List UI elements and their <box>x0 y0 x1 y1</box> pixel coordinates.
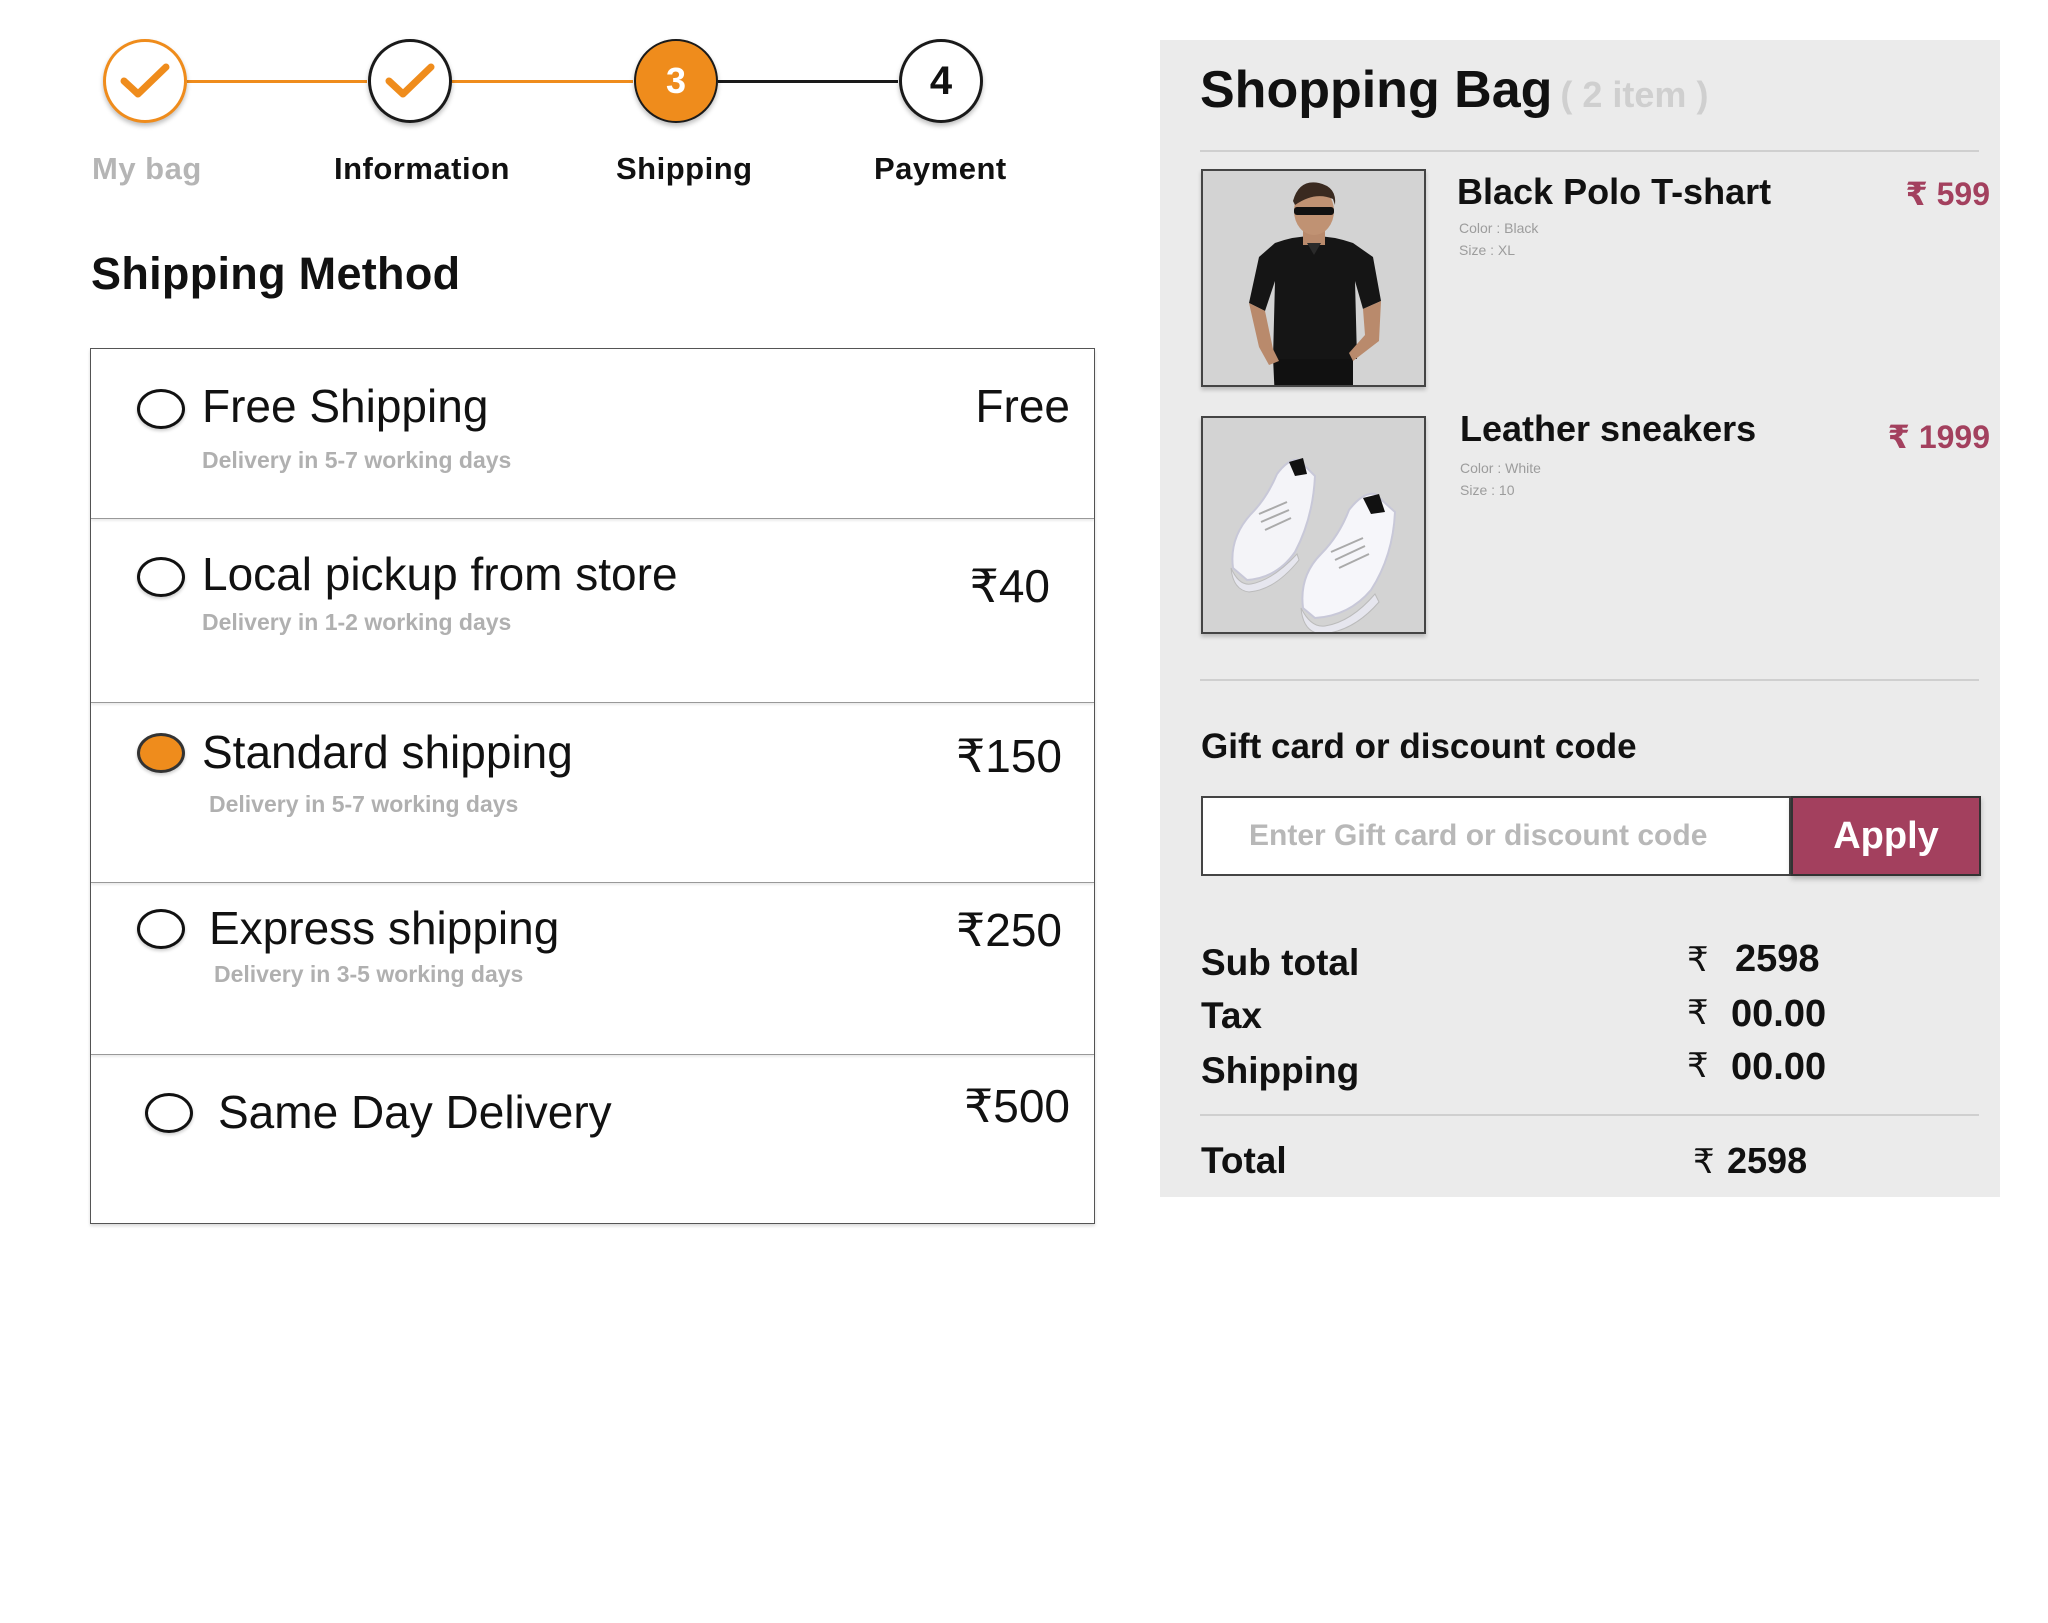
divider <box>1200 1114 1979 1116</box>
rupee-icon: ₹ <box>1687 1047 1709 1085</box>
checkmark-icon <box>385 63 435 98</box>
option-name: Free Shipping <box>202 380 489 432</box>
shopping-bag-panel: Shopping Bag( 2 item ) Black Polo T-shar… <box>1160 40 2000 1197</box>
tax-value: 00.00 <box>1731 993 1827 1035</box>
checkmark-icon <box>120 63 170 98</box>
sneakers-image <box>1203 418 1424 632</box>
product-size: Size : XL <box>1459 242 1516 258</box>
product-image-sneakers[interactable] <box>1201 416 1426 634</box>
rupee-icon: ₹ <box>1693 1143 1715 1181</box>
step-payment-circle[interactable]: 4 <box>899 39 983 123</box>
radio-button[interactable] <box>145 1093 193 1133</box>
shipping-option-standard[interactable]: Standard shipping Delivery in 5-7 workin… <box>91 703 1094 883</box>
bag-item-count: ( 2 item ) <box>1560 74 1709 115</box>
product-color: Color : White <box>1460 460 1541 476</box>
shipping-method-title: Shipping Method <box>91 248 461 299</box>
product-price: ₹ 1999 <box>1887 419 1990 455</box>
step-shipping-circle[interactable]: 3 <box>634 39 718 123</box>
rupee-icon: ₹ <box>1687 941 1709 979</box>
shipping-option-express[interactable]: Express shipping Delivery in 3-5 working… <box>91 883 1094 1055</box>
bag-title: Shopping Bag( 2 item ) <box>1200 60 1708 120</box>
step-label-shipping[interactable]: Shipping <box>616 151 753 187</box>
option-price: ₹150 <box>955 730 1062 782</box>
option-delivery-time: Delivery in 5-7 working days <box>209 791 519 817</box>
option-delivery-time: Delivery in 1-2 working days <box>202 609 512 635</box>
total-value: 2598 <box>1727 1140 1808 1181</box>
radio-button[interactable] <box>137 909 185 949</box>
shipping-option-local-pickup[interactable]: Local pickup from store Delivery in 1-2 … <box>91 519 1094 703</box>
option-name: Local pickup from store <box>202 548 678 600</box>
subtotal-value: 2598 <box>1735 938 1820 980</box>
product-size: Size : 10 <box>1460 482 1515 498</box>
option-price: ₹40 <box>969 560 1050 612</box>
product-name[interactable]: Black Polo T-shart <box>1457 171 1771 213</box>
radio-button-selected[interactable] <box>137 733 185 773</box>
tax-label: Tax <box>1201 995 1263 1036</box>
option-price: ₹500 <box>963 1080 1070 1132</box>
radio-button[interactable] <box>137 389 185 429</box>
product-name[interactable]: Leather sneakers <box>1460 408 1756 450</box>
step-label-mybag[interactable]: My bag <box>92 151 202 187</box>
shipping-option-same-day[interactable]: Same Day Delivery ₹500 <box>91 1055 1094 1225</box>
option-price: Free <box>975 380 1070 432</box>
option-delivery-time: Delivery in 3-5 working days <box>214 961 524 987</box>
bag-title-text: Shopping Bag <box>1200 61 1553 119</box>
shipping-label: Shipping <box>1201 1050 1360 1091</box>
step-information-circle[interactable] <box>368 39 452 123</box>
step-mybag-circle[interactable] <box>103 39 187 123</box>
option-name: Same Day Delivery <box>218 1086 612 1138</box>
divider <box>1200 150 1979 152</box>
step-connector <box>452 80 633 83</box>
option-name: Express shipping <box>209 902 560 954</box>
shipping-option-free[interactable]: Free Shipping Delivery in 5-7 working da… <box>91 349 1094 519</box>
gift-card-input[interactable] <box>1201 796 1791 876</box>
product-image-polo[interactable] <box>1201 169 1426 387</box>
step-label-payment[interactable]: Payment <box>874 151 1007 187</box>
subtotal-label: Sub total <box>1201 942 1360 983</box>
shipping-options-list: Free Shipping Delivery in 5-7 working da… <box>90 348 1095 1224</box>
polo-shirt-image <box>1203 171 1424 385</box>
product-price: ₹ 599 <box>1905 176 1990 212</box>
total-label: Total <box>1201 1140 1287 1181</box>
shipping-value: 00.00 <box>1731 1046 1827 1088</box>
divider <box>1200 679 1979 681</box>
product-color: Color : Black <box>1459 220 1539 236</box>
option-delivery-time: Delivery in 5-7 working days <box>202 447 512 473</box>
gift-card-label: Gift card or discount code <box>1201 727 1637 766</box>
step-connector <box>718 80 898 83</box>
option-price: ₹250 <box>955 904 1062 956</box>
rupee-icon: ₹ <box>1687 994 1709 1032</box>
option-name: Standard shipping <box>202 726 573 778</box>
radio-button[interactable] <box>137 557 185 597</box>
step-connector <box>187 80 367 83</box>
step-label-information[interactable]: Information <box>334 151 510 187</box>
apply-button[interactable]: Apply <box>1791 796 1981 876</box>
